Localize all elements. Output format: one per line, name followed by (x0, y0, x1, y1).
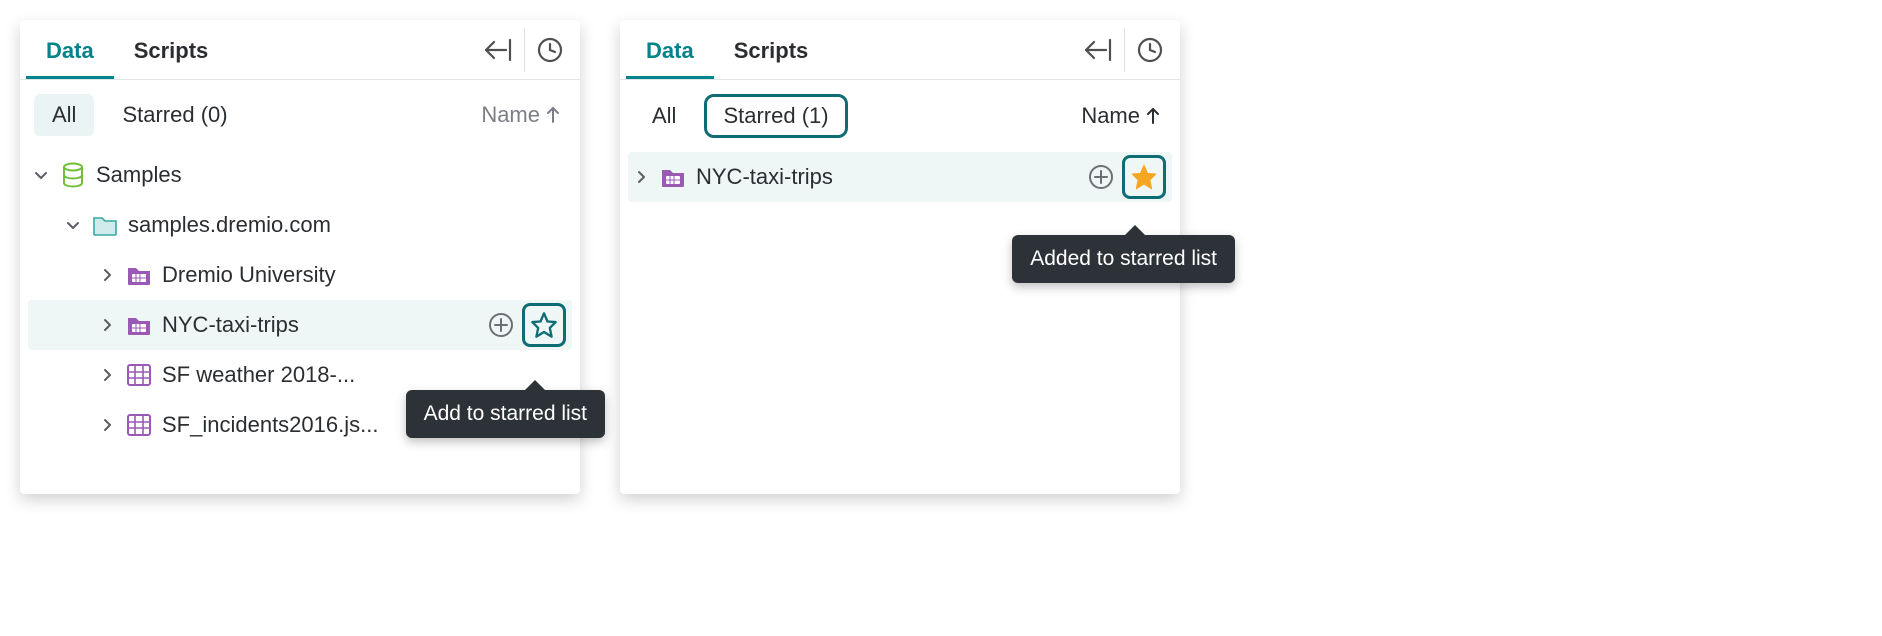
tree-label: NYC-taxi-trips (696, 164, 1074, 190)
history-icon[interactable] (524, 28, 574, 72)
star-button-filled[interactable] (1122, 155, 1166, 199)
panel-before: Data Scripts All Starred (0) Name (20, 20, 580, 494)
tree-node-item-selected[interactable]: NYC-taxi-trips (28, 300, 572, 350)
chevron-down-icon (32, 167, 50, 183)
filter-starred-active[interactable]: Starred (1) (704, 94, 847, 138)
tree-node-domain[interactable]: samples.dremio.com (28, 200, 572, 250)
dataset-icon (126, 412, 152, 438)
chevron-right-icon (98, 367, 116, 383)
arrow-up-icon (1146, 107, 1160, 125)
chevron-right-icon (98, 317, 116, 333)
dataset-folder-icon (660, 164, 686, 190)
dataset-folder-icon (126, 262, 152, 288)
chevron-right-icon (632, 169, 650, 185)
filter-row: All Starred (0) Name (20, 80, 580, 150)
sort-label: Name (481, 102, 540, 128)
tab-bar: Data Scripts (620, 20, 1180, 80)
starred-list: NYC-taxi-trips (620, 152, 1180, 214)
tooltip-add-star: Add to starred list .panel:first-of-type… (406, 390, 605, 438)
tab-scripts[interactable]: Scripts (114, 22, 229, 78)
tooltip-added-star: Added to starred list (1012, 235, 1235, 283)
filter-starred[interactable]: Starred (0) (104, 94, 245, 136)
chevron-right-icon (98, 417, 116, 433)
sort-control[interactable]: Name (481, 102, 566, 128)
database-icon (60, 162, 86, 188)
arrow-up-icon (546, 106, 560, 124)
dataset-folder-icon (126, 312, 152, 338)
add-button[interactable] (1084, 160, 1118, 194)
chevron-right-icon (98, 267, 116, 283)
tree-label: NYC-taxi-trips (162, 312, 474, 338)
tab-scripts[interactable]: Scripts (714, 22, 829, 78)
tree-label: samples.dremio.com (128, 212, 566, 238)
tree-node-samples[interactable]: Samples (28, 150, 572, 200)
filter-all[interactable]: All (634, 95, 694, 137)
starred-item[interactable]: NYC-taxi-trips (628, 152, 1172, 202)
filter-all[interactable]: All (34, 94, 94, 136)
sort-label: Name (1081, 103, 1140, 129)
panel-after: Data Scripts All Starred (1) Name (620, 20, 1180, 494)
collapse-panel-icon[interactable] (474, 28, 524, 72)
tree-label: Samples (96, 162, 566, 188)
sort-control[interactable]: Name (1081, 103, 1166, 129)
history-icon[interactable] (1124, 28, 1174, 72)
tab-data[interactable]: Data (626, 22, 714, 78)
tree-node-item[interactable]: Dremio University (28, 250, 572, 300)
dataset-icon (126, 362, 152, 388)
tab-data[interactable]: Data (26, 22, 114, 78)
tab-bar: Data Scripts (20, 20, 580, 80)
add-button[interactable] (484, 308, 518, 342)
filter-row: All Starred (1) Name (620, 80, 1180, 152)
tree-label: SF weather 2018-... (162, 362, 566, 388)
tree-label: Dremio University (162, 262, 566, 288)
star-button[interactable] (522, 303, 566, 347)
chevron-down-icon (64, 217, 82, 233)
collapse-panel-icon[interactable] (1074, 28, 1124, 72)
folder-icon (92, 212, 118, 238)
